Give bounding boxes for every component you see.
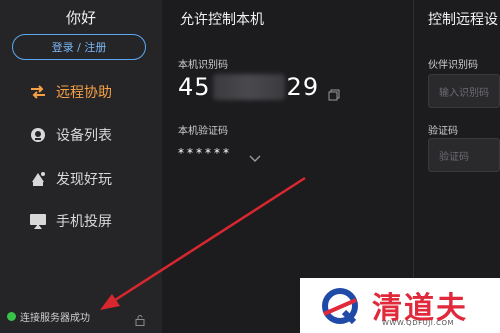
watermark-logo-icon	[320, 286, 360, 330]
watermark-url: WWW.QDFUJI.COM	[382, 319, 455, 327]
watermark: 清道夫 WWW.QDFUJI.COM	[300, 278, 500, 333]
